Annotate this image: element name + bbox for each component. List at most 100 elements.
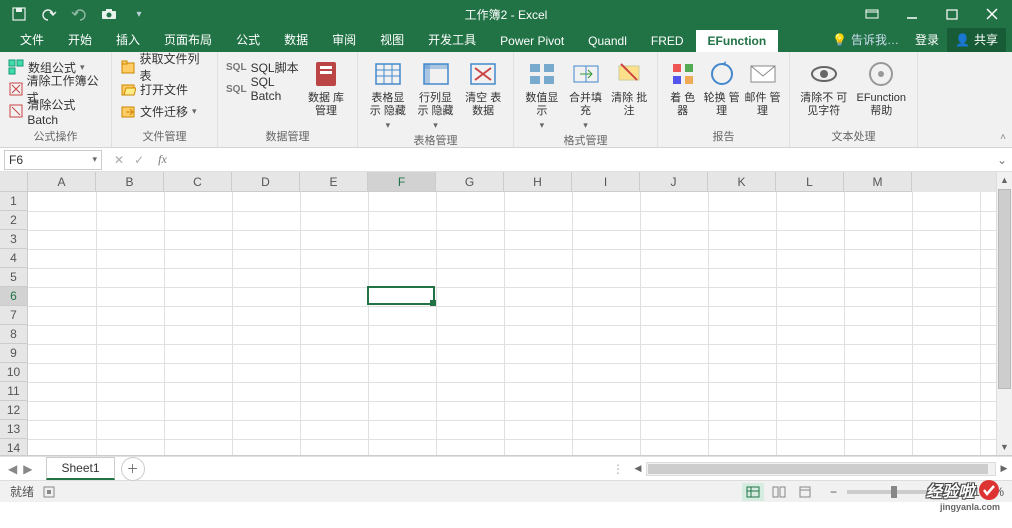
tab-powerpivot[interactable]: Power Pivot bbox=[488, 30, 576, 52]
prev-sheet-icon[interactable]: ◀ bbox=[8, 462, 17, 476]
expand-formula-bar-icon[interactable]: ⌄ bbox=[992, 153, 1012, 167]
row-header[interactable]: 2 bbox=[0, 211, 28, 230]
close-button[interactable] bbox=[972, 0, 1012, 28]
hscroll-thumb[interactable] bbox=[648, 464, 988, 474]
row-header[interactable]: 12 bbox=[0, 401, 28, 420]
page-layout-view-icon[interactable] bbox=[768, 483, 790, 501]
col-header[interactable]: J bbox=[640, 172, 708, 192]
col-header[interactable]: I bbox=[572, 172, 640, 192]
next-sheet-icon[interactable]: ▶ bbox=[23, 462, 32, 476]
tab-dev[interactable]: 开发工具 bbox=[416, 27, 488, 52]
open-file-button[interactable]: 打开文件 bbox=[118, 78, 211, 100]
camera-icon[interactable] bbox=[100, 5, 118, 23]
get-file-list-button[interactable]: 获取文件列表 bbox=[118, 56, 211, 78]
scroll-down-icon[interactable]: ▼ bbox=[997, 439, 1012, 455]
macro-record-icon[interactable] bbox=[42, 485, 56, 499]
col-header[interactable]: A bbox=[28, 172, 96, 192]
row-header[interactable]: 5 bbox=[0, 268, 28, 287]
merge-fill-button[interactable]: 合并填 充▾ bbox=[564, 56, 608, 133]
zoom-slider[interactable] bbox=[847, 490, 937, 494]
qat-customize-icon[interactable]: ▾ bbox=[130, 5, 148, 23]
col-header[interactable]: D bbox=[232, 172, 300, 192]
share-button[interactable]: 👤共享 bbox=[947, 27, 1006, 52]
row-header[interactable]: 8 bbox=[0, 325, 28, 344]
fill-handle[interactable] bbox=[430, 300, 436, 306]
login-button[interactable]: 登录 bbox=[907, 27, 947, 52]
page-break-view-icon[interactable] bbox=[794, 483, 816, 501]
spreadsheet-grid[interactable]: ABCDEFGHIJKLM 1234567891011121314 ▲ ▼ bbox=[0, 172, 1012, 456]
tab-view[interactable]: 视图 bbox=[368, 27, 416, 52]
save-icon[interactable] bbox=[10, 5, 28, 23]
zoom-in-icon[interactable]: + bbox=[947, 485, 954, 499]
minimize-button[interactable] bbox=[892, 0, 932, 28]
tab-layout[interactable]: 页面布局 bbox=[152, 27, 224, 52]
clear-table-data-button[interactable]: 清空 表数据 bbox=[459, 56, 507, 133]
row-header[interactable]: 7 bbox=[0, 306, 28, 325]
tab-efunction[interactable]: EFunction bbox=[696, 30, 779, 52]
table-show-hide-button[interactable]: 表格显示 隐藏▾ bbox=[364, 56, 412, 133]
tab-data[interactable]: 数据 bbox=[272, 27, 320, 52]
zoom-out-icon[interactable]: − bbox=[830, 485, 837, 499]
scroll-up-icon[interactable]: ▲ bbox=[997, 172, 1012, 188]
collapse-ribbon-icon[interactable]: ˄ bbox=[994, 52, 1012, 147]
name-box[interactable]: F6▾ bbox=[4, 150, 102, 170]
tellme[interactable]: 💡告诉我… bbox=[824, 27, 907, 52]
scroll-left-icon[interactable]: ◀ bbox=[630, 463, 646, 474]
chevron-down-icon[interactable]: ▾ bbox=[92, 154, 97, 165]
enter-formula-icon[interactable]: ✓ bbox=[134, 153, 144, 167]
col-header[interactable]: H bbox=[504, 172, 572, 192]
rotation-manage-button[interactable]: 轮换 管理 bbox=[701, 56, 742, 129]
col-header[interactable]: L bbox=[776, 172, 844, 192]
new-sheet-button[interactable]: ＋ bbox=[121, 457, 145, 481]
tab-review[interactable]: 审阅 bbox=[320, 27, 368, 52]
scroll-thumb[interactable] bbox=[998, 189, 1011, 389]
sheet-tab[interactable]: Sheet1 bbox=[46, 457, 114, 480]
redo-icon[interactable] bbox=[70, 5, 88, 23]
col-header[interactable]: M bbox=[844, 172, 912, 192]
mail-manage-button[interactable]: 邮件 管理 bbox=[742, 56, 783, 129]
col-header[interactable]: E bbox=[300, 172, 368, 192]
vertical-scrollbar[interactable]: ▲ ▼ bbox=[996, 172, 1012, 455]
row-header[interactable]: 11 bbox=[0, 382, 28, 401]
undo-icon[interactable] bbox=[40, 5, 58, 23]
ribbon-options-icon[interactable] bbox=[852, 0, 892, 28]
fx-icon[interactable]: fx bbox=[152, 152, 173, 167]
row-header[interactable]: 9 bbox=[0, 344, 28, 363]
clear-invisible-chars-button[interactable]: 清除不 可见字符 bbox=[796, 56, 852, 129]
row-header[interactable]: 4 bbox=[0, 249, 28, 268]
col-header[interactable]: C bbox=[164, 172, 232, 192]
row-header[interactable]: 14 bbox=[0, 439, 28, 456]
rowcol-show-hide-button[interactable]: 行列显示 隐藏▾ bbox=[412, 56, 460, 133]
tab-insert[interactable]: 插入 bbox=[104, 27, 152, 52]
col-header[interactable]: K bbox=[708, 172, 776, 192]
row-header[interactable]: 1 bbox=[0, 192, 28, 211]
col-header[interactable]: F bbox=[368, 172, 436, 192]
tab-home[interactable]: 开始 bbox=[56, 27, 104, 52]
row-header[interactable]: 13 bbox=[0, 420, 28, 439]
clear-comments-button[interactable]: 清除 批注 bbox=[607, 56, 651, 133]
sql-batch-button[interactable]: SQLSQL Batch bbox=[224, 78, 302, 100]
horizontal-scrollbar[interactable]: ⋮ ◀ ▶ bbox=[612, 462, 1012, 476]
col-header[interactable]: B bbox=[96, 172, 164, 192]
db-manage-button[interactable]: 数据 库管理 bbox=[302, 56, 350, 129]
file-migrate-button[interactable]: 文件迁移▾ bbox=[118, 100, 211, 122]
zoom-level[interactable]: 100% bbox=[958, 485, 1004, 499]
select-all-corner[interactable] bbox=[0, 172, 28, 192]
maximize-button[interactable] bbox=[932, 0, 972, 28]
efunction-help-button[interactable]: EFunction 帮助 bbox=[852, 56, 911, 129]
tab-fred[interactable]: FRED bbox=[639, 30, 696, 52]
row-header[interactable]: 10 bbox=[0, 363, 28, 382]
tab-quandl[interactable]: Quandl bbox=[576, 30, 639, 52]
col-header[interactable]: G bbox=[436, 172, 504, 192]
scroll-right-icon[interactable]: ▶ bbox=[996, 463, 1012, 474]
tab-formula[interactable]: 公式 bbox=[224, 27, 272, 52]
normal-view-icon[interactable] bbox=[742, 483, 764, 501]
row-header[interactable]: 6 bbox=[0, 287, 28, 306]
active-cell[interactable] bbox=[367, 286, 435, 305]
tab-file[interactable]: 文件 bbox=[8, 27, 56, 52]
numeric-display-button[interactable]: 数值显 示▾ bbox=[520, 56, 564, 133]
formula-input[interactable] bbox=[173, 150, 992, 170]
cancel-formula-icon[interactable]: ✕ bbox=[114, 153, 124, 167]
clear-formula-batch-button[interactable]: 清除公式Batch bbox=[6, 100, 105, 122]
row-header[interactable]: 3 bbox=[0, 230, 28, 249]
